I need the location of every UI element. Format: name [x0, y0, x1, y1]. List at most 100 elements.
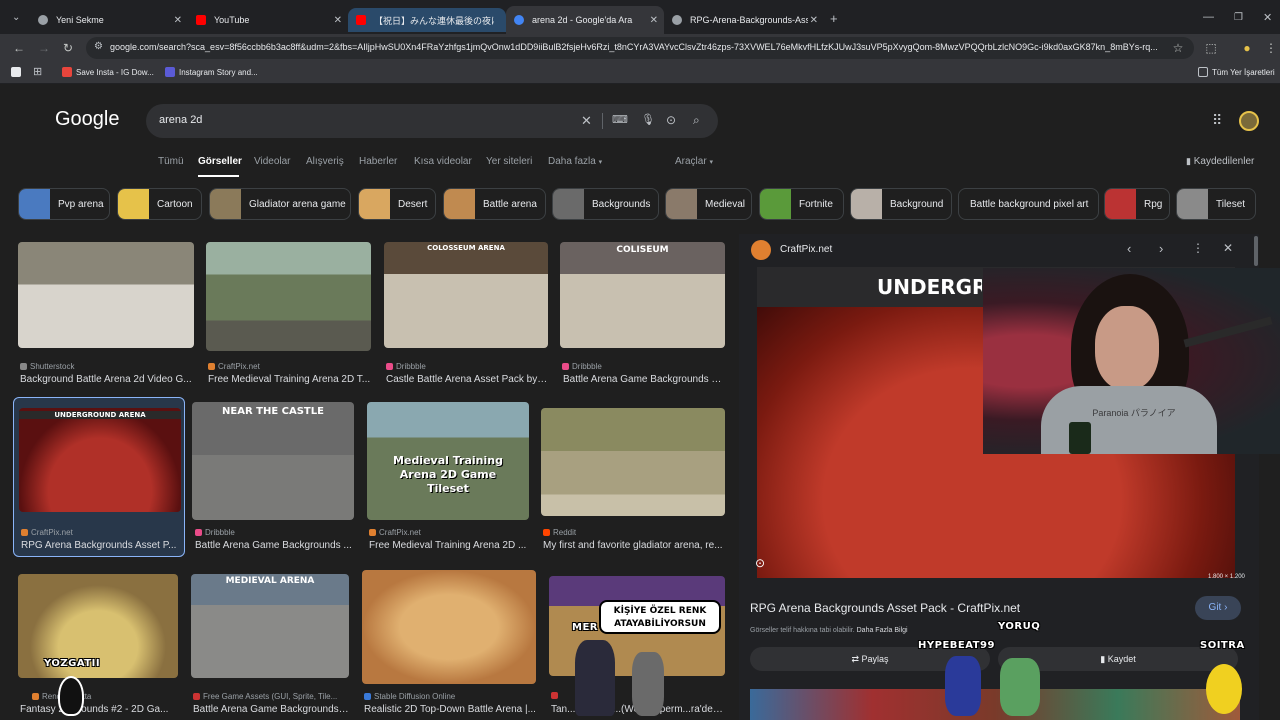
image-result[interactable]: CraftPix.net Free Medieval Training Aren… — [206, 242, 371, 392]
clear-icon[interactable]: ✕ — [581, 113, 592, 129]
keyboard-icon[interactable]: ⌨ — [612, 113, 628, 126]
search-box[interactable]: arena 2d ✕ ⌨ 🎙 ⊙ ⌕ — [146, 104, 718, 138]
close-window-button[interactable]: ✕ — [1263, 11, 1272, 24]
result-thumbnail[interactable] — [18, 242, 194, 348]
lens-search-icon[interactable]: ⊙ — [755, 556, 765, 570]
chip-desert[interactable]: Desert — [358, 188, 436, 220]
result-title[interactable]: RPG Arena Backgrounds Asset P... — [21, 540, 181, 551]
image-result[interactable]: Stable Diffusion Online Realistic 2D Top… — [362, 570, 536, 720]
result-thumbnail[interactable]: COLOSSEUM ARENA — [384, 242, 548, 348]
tab-images[interactable]: Görseller — [198, 156, 242, 167]
more-info-link[interactable]: Daha Fazla Bilgi — [857, 627, 908, 634]
search-input[interactable]: arena 2d — [159, 114, 202, 126]
next-icon[interactable]: › — [1159, 241, 1163, 256]
result-thumbnail[interactable]: Medieval Training Arena 2D Game Tileset — [367, 402, 529, 520]
tab-google-search[interactable]: arena 2d - Google'da Ara ✕ — [506, 6, 664, 34]
image-result[interactable]: NEAR THE CASTLE Dribbble Battle Arena Ga… — [192, 402, 354, 557]
all-bookmarks[interactable]: Tüm Yer İşaretleri — [1198, 67, 1275, 77]
image-result-selected[interactable]: UNDERGROUND ARENA CraftPix.net RPG Arena… — [13, 397, 185, 557]
tab-places[interactable]: Yer siteleri — [486, 156, 532, 167]
chip-tileset[interactable]: Tileset — [1176, 188, 1256, 220]
image-result[interactable]: Reddit My first and favorite gladiator a… — [541, 402, 725, 557]
avatar[interactable] — [1239, 111, 1259, 131]
result-title[interactable]: Battle Arena Game Backgrounds ... — [195, 540, 354, 551]
bookmark-instagram-story[interactable]: Instagram Story and... — [165, 67, 258, 77]
result-title[interactable]: Castle Battle Arena Asset Pack by ... — [386, 374, 548, 385]
bookmark-star-icon[interactable]: ☆ — [1171, 41, 1185, 55]
result-title[interactable]: Background Battle Arena 2d Video G... — [20, 374, 194, 385]
result-title[interactable]: Battle Arena Game Backgrounds ... — [193, 704, 349, 715]
tab-shopping[interactable]: Alışveriş — [306, 156, 344, 167]
image-result[interactable]: COLOSSEUM ARENA Dribbble Castle Battle A… — [384, 242, 548, 392]
tab-search-icon[interactable]: ⌄ — [12, 12, 20, 23]
apps-grid-icon[interactable]: ⠿ — [1212, 112, 1222, 129]
chip-rpg[interactable]: Rpg — [1104, 188, 1170, 220]
back-icon[interactable]: ← — [12, 41, 26, 55]
tab-youtube-stream[interactable]: 【祝日】みんな連休最後の夜は【お — [348, 8, 506, 32]
tab-news[interactable]: Haberler — [359, 156, 397, 167]
search-icon[interactable]: ⌕ — [693, 113, 700, 128]
menu-icon[interactable]: ⋮ — [1264, 41, 1278, 55]
result-thumbnail[interactable] — [541, 408, 725, 516]
chip-battle-background-pixel-art[interactable]: Battle background pixel art — [958, 188, 1099, 220]
tab-more[interactable]: Daha fazla ▾ — [548, 156, 602, 167]
close-panel-icon[interactable]: ✕ — [1223, 241, 1233, 255]
tools-button[interactable]: Araçlar ▾ — [675, 156, 713, 167]
tab-rpg-arena[interactable]: RPG-Arena-Backgrounds-Asset ✕ — [664, 8, 824, 32]
image-result[interactable]: MEDIEVAL ARENA Free Game Assets (GUI, Sp… — [191, 572, 349, 720]
result-title[interactable]: Battle Arena Game Backgrounds b... — [563, 374, 725, 385]
tab-all[interactable]: Tümü — [158, 156, 184, 167]
tab-youtube[interactable]: YouTube ✕ — [188, 8, 348, 32]
result-thumbnail[interactable] — [362, 570, 536, 684]
close-icon[interactable]: ✕ — [174, 15, 182, 26]
panel-title[interactable]: RPG Arena Backgrounds Asset Pack - Craft… — [750, 601, 1020, 615]
bookmark-save-insta[interactable]: Save Insta - IG Dow... — [62, 67, 154, 77]
chip-gladiator-arena-game[interactable]: Gladiator arena game — [209, 188, 351, 220]
apps-icon[interactable] — [11, 67, 21, 77]
google-logo[interactable]: Google — [55, 108, 120, 131]
new-tab-button[interactable]: + — [830, 11, 838, 26]
image-result[interactable]: COLISEUM Dribbble Battle Arena Game Back… — [560, 242, 725, 392]
chip-battle-arena[interactable]: Battle arena — [443, 188, 546, 220]
result-thumbnail[interactable]: COLISEUM — [560, 242, 725, 348]
chip-fortnite[interactable]: Fortnite — [759, 188, 844, 220]
close-icon[interactable]: ✕ — [810, 15, 818, 26]
chip-cartoon[interactable]: Cartoon — [117, 188, 202, 220]
visit-button[interactable]: Git › — [1195, 596, 1241, 620]
result-title[interactable]: My first and favorite gladiator arena, r… — [543, 540, 725, 551]
result-thumbnail[interactable]: UNDERGROUND ARENA — [19, 408, 181, 512]
reload-icon[interactable]: ↻ — [61, 41, 75, 55]
lens-icon[interactable]: ⊙ — [666, 113, 676, 127]
chip-medieval[interactable]: Medieval — [665, 188, 752, 220]
result-thumbnail[interactable]: NEAR THE CASTLE — [192, 402, 354, 520]
tab-new-tab[interactable]: Yeni Sekme ✕ — [30, 8, 188, 32]
profile-icon[interactable]: ● — [1240, 41, 1254, 55]
image-result[interactable]: Render...lokta Fantasy 2...grounds #2 - … — [18, 572, 178, 720]
close-icon[interactable]: ✕ — [334, 15, 342, 26]
close-icon[interactable]: ✕ — [650, 15, 658, 26]
grid-icon[interactable]: ⊞ — [33, 65, 42, 78]
result-title[interactable]: Free Medieval Training Arena 2D ... — [369, 540, 529, 551]
forward-icon[interactable]: → — [37, 41, 51, 55]
minimize-button[interactable]: — — [1203, 11, 1214, 23]
previous-icon[interactable]: ‹ — [1127, 241, 1131, 256]
result-thumbnail[interactable]: MEDIEVAL ARENA — [191, 574, 349, 678]
tab-short-videos[interactable]: Kısa videolar — [414, 156, 472, 167]
maximize-button[interactable]: ❐ — [1234, 12, 1243, 23]
chip-pvp-arena[interactable]: Pvp arena — [18, 188, 110, 220]
image-result[interactable]: Medieval Training Arena 2D Game Tileset … — [367, 402, 529, 557]
more-options-icon[interactable]: ⋮ — [1192, 241, 1204, 255]
chip-backgrounds[interactable]: Backgrounds — [552, 188, 659, 220]
address-bar[interactable]: ⚙ google.com/search?sca_esv=8f56ccbb6b3a… — [86, 37, 1194, 59]
tab-videos[interactable]: Videolar — [254, 156, 291, 167]
extensions-icon[interactable]: ⬚ — [1204, 41, 1218, 55]
saved-link[interactable]: ▮ Kaydedilenler — [1186, 156, 1254, 167]
result-thumbnail[interactable] — [206, 242, 371, 351]
result-title[interactable]: Realistic 2D Top-Down Battle Arena |... — [364, 704, 536, 715]
related-images-strip[interactable] — [750, 689, 1240, 720]
image-result[interactable]: Shutterstock Background Battle Arena 2d … — [18, 242, 194, 392]
panel-scrollbar[interactable] — [1254, 236, 1258, 266]
result-title[interactable]: Fantasy 2...grounds #2 - 2D Ga... — [20, 704, 178, 715]
site-info-icon[interactable]: ⚙ — [94, 41, 103, 52]
result-title[interactable]: Free Medieval Training Arena 2D T... — [208, 374, 371, 385]
